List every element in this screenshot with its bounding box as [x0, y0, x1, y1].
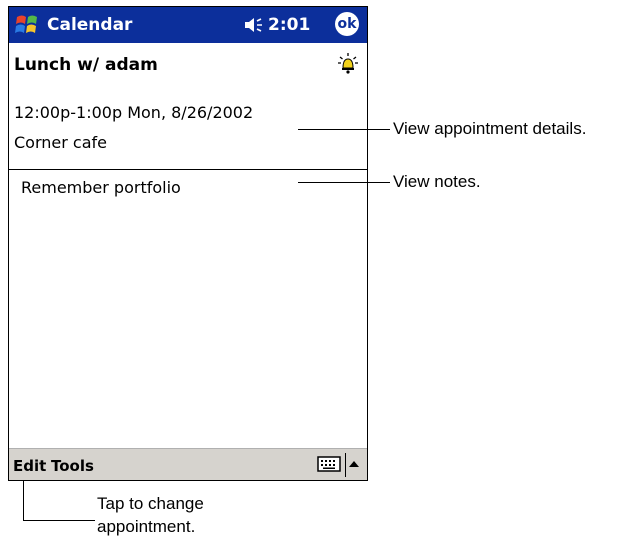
pocketpc-screen: Calendar 2:01 ok Lunch w/ adam 12:00p-1:…	[8, 6, 368, 481]
title-bar: Calendar 2:01 ok	[9, 7, 367, 43]
callout-line-details	[298, 129, 390, 130]
alarm-bell-icon	[338, 53, 358, 74]
sip-up-arrow-icon[interactable]	[349, 461, 359, 467]
edit-menu[interactable]: Edit	[13, 457, 46, 475]
tools-menu[interactable]: Tools	[51, 457, 94, 475]
appointment-subject: Lunch w/ adam	[14, 55, 158, 75]
keyboard-icon[interactable]	[317, 455, 341, 473]
callout-line-edit-vertical	[23, 481, 24, 520]
sip-separator	[345, 453, 346, 477]
windows-start-icon[interactable]	[13, 11, 41, 39]
callout-line-notes	[298, 182, 390, 183]
callout-edit-line2: appointment.	[97, 517, 196, 536]
callout-line-edit-horizontal	[23, 520, 95, 521]
speaker-icon[interactable]	[243, 16, 267, 34]
appointment-location: Corner cafe	[14, 133, 107, 152]
clock[interactable]: 2:01	[268, 15, 310, 35]
ok-button[interactable]: ok	[335, 12, 359, 36]
appointment-time: 12:00p-1:00p Mon, 8/26/2002	[14, 103, 254, 122]
app-title: Calendar	[47, 15, 133, 35]
appointment-notes[interactable]: Remember portfolio	[21, 178, 181, 197]
callout-edit-line1: Tap to change	[97, 494, 204, 513]
menu-bar: Edit Tools	[9, 448, 367, 480]
details-divider	[9, 169, 367, 170]
callout-details: View appointment details.	[393, 119, 587, 138]
callout-notes: View notes.	[393, 172, 481, 191]
